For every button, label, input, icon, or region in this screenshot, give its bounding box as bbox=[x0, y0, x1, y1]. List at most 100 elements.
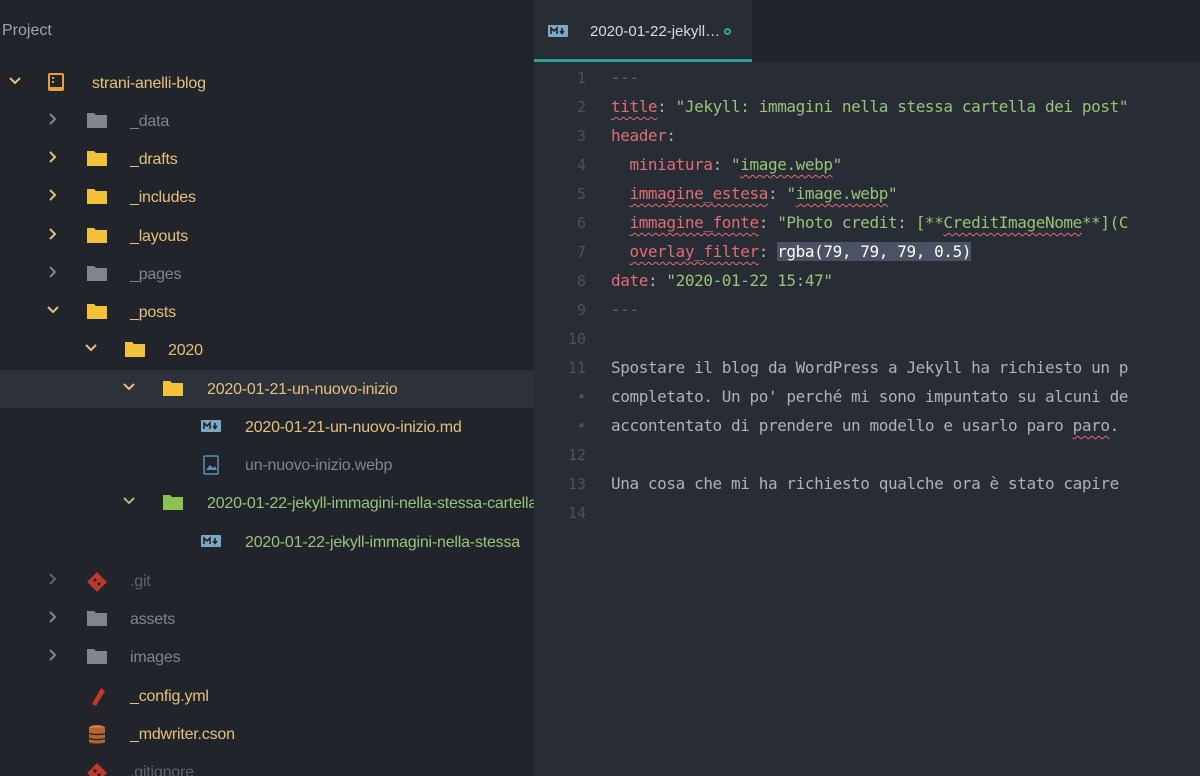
chevron-down-icon[interactable] bbox=[122, 380, 136, 394]
yaml-string: CreditImageNome bbox=[943, 213, 1082, 232]
tree-item-label: 2020-01-22-jekyll-immagini-nella-stessa-… bbox=[207, 495, 534, 512]
tree-item-label: _drafts bbox=[130, 151, 178, 168]
line-number: 7 bbox=[576, 243, 586, 261]
yaml-key: miniatura bbox=[629, 155, 713, 174]
tree-item-includes[interactable]: _includes bbox=[0, 178, 534, 216]
tree-item-label: _config.yml bbox=[130, 688, 209, 705]
folder-icon bbox=[87, 266, 107, 281]
yaml-string: " bbox=[786, 184, 796, 203]
body-text: Spostare il blog da WordPress a Jekyll h… bbox=[611, 358, 1129, 377]
line-number: 14 bbox=[567, 504, 586, 522]
punct: : bbox=[712, 155, 732, 174]
yaml-key: title bbox=[611, 97, 658, 116]
line-number: 5 bbox=[576, 185, 586, 203]
line-number: 12 bbox=[567, 446, 586, 464]
yaml-string: **](C bbox=[1081, 213, 1129, 232]
yaml-key: immagine_estesa bbox=[629, 184, 768, 203]
tree-item-2020[interactable]: 2020 bbox=[0, 331, 534, 369]
tree-item-posts[interactable]: _posts bbox=[0, 293, 534, 331]
tree-item-label: _mdwriter.cson bbox=[130, 726, 235, 743]
body-text: completato. Un po' perché mi sono impunt… bbox=[611, 387, 1129, 406]
yaml-string: image.webp bbox=[795, 184, 889, 203]
yaml-string: image.webp bbox=[740, 155, 833, 174]
chevron-right-icon[interactable] bbox=[46, 227, 60, 241]
line-wrap-marker: • bbox=[576, 417, 586, 435]
markdown-icon bbox=[548, 25, 568, 37]
chevron-right-icon[interactable] bbox=[46, 648, 60, 662]
selected-text[interactable]: rgba(79, 79, 79, 0.5) bbox=[777, 242, 971, 261]
tab-active-file[interactable]: 2020-01-22-jekyll… bbox=[534, 0, 752, 62]
tree-item-strani-anelli-blog[interactable]: strani-anelli-blog bbox=[0, 64, 534, 102]
line-number: 8 bbox=[576, 272, 586, 290]
tree-item-label: 2020 bbox=[168, 342, 203, 359]
yaml-string: "2020-01-22 15:47" bbox=[666, 271, 833, 290]
code-line-wrapped: • completato. Un po' perché mi sono impu… bbox=[534, 383, 1200, 412]
tree-item-git[interactable]: .git bbox=[0, 562, 534, 600]
folder-icon bbox=[163, 495, 183, 510]
punct: : bbox=[758, 242, 778, 261]
body-text: Una cosa che mi ha richiesto qualche ora… bbox=[611, 474, 1119, 493]
code-line: 7 overlay_filter: rgba(79, 79, 79, 0.5) bbox=[534, 238, 1200, 267]
tree-item-pages[interactable]: _pages bbox=[0, 255, 534, 293]
line-number: 4 bbox=[576, 156, 586, 174]
tree-item-label: strani-anelli-blog bbox=[92, 75, 206, 92]
tree-item-label: 2020-01-21-un-nuovo-inizio bbox=[207, 381, 398, 398]
tree-item-label: .git bbox=[130, 573, 151, 590]
code-line: 4 miniatura: "image.webp" bbox=[534, 151, 1200, 180]
line-number: 11 bbox=[567, 359, 586, 377]
project-sidebar: Project strani-anelli-blog _data _drafts… bbox=[0, 0, 534, 776]
tree-item-assets[interactable]: assets bbox=[0, 600, 534, 638]
line-number: 3 bbox=[576, 127, 586, 145]
tree-item-2020-01-22-jekyll-folder[interactable]: 2020-01-22-jekyll-immagini-nella-stessa-… bbox=[0, 484, 534, 522]
chevron-right-icon[interactable] bbox=[46, 610, 60, 624]
yaml-string: "Jekyll: immagini nella stessa cartella … bbox=[675, 97, 1129, 116]
folder-icon bbox=[87, 228, 107, 243]
chevron-right-icon[interactable] bbox=[46, 265, 60, 279]
tree-item-label: .gitignore bbox=[130, 764, 194, 776]
chevron-right-icon[interactable] bbox=[46, 112, 60, 126]
tree-item-config-yml[interactable]: _config.yml bbox=[0, 677, 534, 715]
code-line: 14 bbox=[534, 499, 1200, 528]
editor-pane[interactable]: 2020-01-22-jekyll… 1 --- 2 title: "Jekyl… bbox=[534, 0, 1200, 776]
tree-item-2020-01-21-un-nuovo-inizio-md[interactable]: 2020-01-21-un-nuovo-inizio.md bbox=[0, 408, 534, 446]
yaml-string: " bbox=[832, 155, 843, 174]
yaml-key: immagine_fonte bbox=[629, 213, 759, 232]
tree-item-drafts[interactable]: _drafts bbox=[0, 140, 534, 178]
tree-item-label: assets bbox=[130, 611, 176, 628]
punct: : bbox=[767, 184, 787, 203]
code-line: 1 --- bbox=[534, 64, 1200, 93]
modified-indicator-icon[interactable] bbox=[724, 28, 731, 35]
chevron-down-icon[interactable] bbox=[84, 341, 98, 355]
git-icon bbox=[87, 763, 107, 776]
image-file-icon bbox=[203, 455, 219, 475]
line-number: 10 bbox=[567, 330, 586, 348]
line-number: 6 bbox=[576, 214, 586, 232]
tree-item-images[interactable]: images bbox=[0, 638, 534, 676]
chevron-right-icon[interactable] bbox=[46, 572, 60, 586]
tree-item-layouts[interactable]: _layouts bbox=[0, 217, 534, 255]
chevron-down-icon[interactable] bbox=[46, 303, 60, 317]
chevron-down-icon[interactable] bbox=[122, 494, 136, 508]
line-number: 9 bbox=[576, 301, 586, 319]
punct: : bbox=[666, 126, 676, 145]
yaml-delimiter: --- bbox=[611, 300, 639, 319]
punct: : bbox=[657, 97, 676, 116]
code-line: 10 bbox=[534, 325, 1200, 354]
tree-item-gitignore[interactable]: .gitignore bbox=[0, 753, 534, 776]
tree-item-mdwriter-cson[interactable]: _mdwriter.cson bbox=[0, 715, 534, 753]
folder-icon bbox=[163, 381, 183, 396]
chevron-right-icon[interactable] bbox=[46, 188, 60, 202]
tree-item-2020-01-22-jekyll-md[interactable]: 2020-01-22-jekyll-immagini-nella-stessa bbox=[0, 523, 534, 561]
tree-item-2020-01-21-un-nuovo-inizio[interactable]: 2020-01-21-un-nuovo-inizio bbox=[0, 370, 534, 408]
folder-icon bbox=[125, 342, 145, 357]
tree-item-data[interactable]: _data bbox=[0, 102, 534, 140]
config-icon bbox=[92, 688, 105, 706]
tab-active-underline bbox=[534, 59, 752, 62]
code-line: 6 immagine_fonte: "Photo credit: [**Cred… bbox=[534, 209, 1200, 238]
tree-item-un-nuovo-inizio-webp[interactable]: un-nuovo-inizio.webp bbox=[0, 446, 534, 484]
chevron-right-icon[interactable] bbox=[46, 150, 60, 164]
chevron-down-icon[interactable] bbox=[8, 74, 22, 88]
